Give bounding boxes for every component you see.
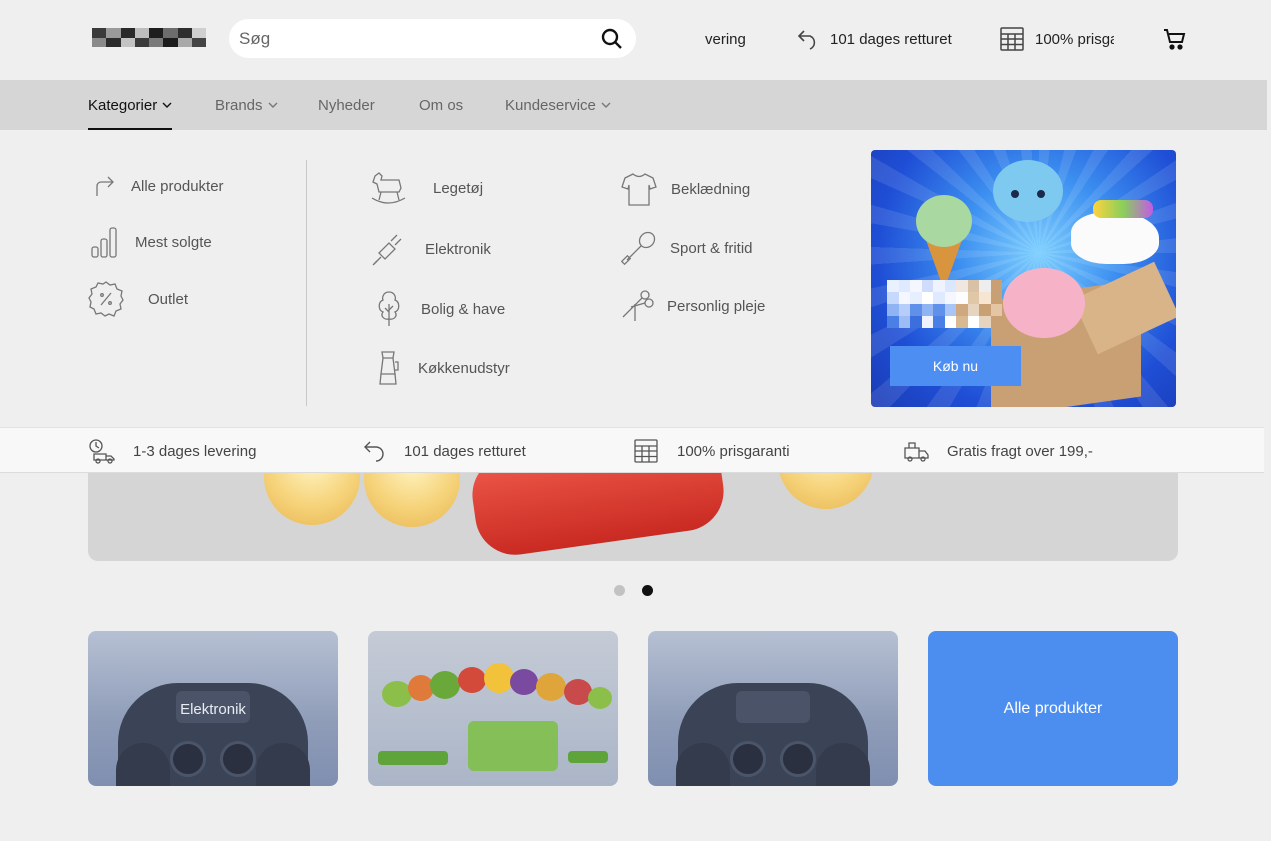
chevron-down-icon (268, 102, 278, 108)
plug-icon (372, 234, 402, 266)
tree-icon (378, 291, 400, 326)
carousel-dot-1[interactable] (614, 585, 625, 596)
menu-category-label: Bolig & have (421, 300, 506, 318)
hero-ball-image (778, 473, 874, 509)
menu-category-bolig-have[interactable]: Bolig & have (375, 290, 505, 328)
rocking-horse-icon (371, 172, 406, 204)
promo-whale-eye (1037, 190, 1045, 198)
menu-category-label: Beklædning (671, 180, 751, 198)
menu-category-elektronik[interactable]: Elektronik (371, 231, 491, 267)
menu-category-label: Elektronik (425, 240, 491, 258)
menu-link-alle-produkter[interactable]: Alle produkter (93, 174, 224, 198)
nav-item-label: Kundeservice (505, 96, 596, 114)
search-input[interactable] (239, 28, 579, 49)
blender-icon (379, 351, 399, 385)
arrow-turn-icon (96, 176, 114, 196)
hero-ball-image (264, 473, 360, 525)
return-arrow-icon (797, 30, 816, 50)
truck-icon (904, 442, 929, 462)
category-tile-kokkenudstyr[interactable] (368, 631, 618, 786)
promo-sheep-toy (1003, 268, 1085, 338)
menu-link-label: Outlet (148, 290, 189, 308)
calculator-icon (634, 439, 658, 463)
header-usp-label: vering (705, 30, 746, 48)
promo-blurred-text (887, 280, 1002, 328)
nav-item-brands[interactable]: Brands (215, 80, 278, 130)
category-tile-label: Alle produkter (1003, 699, 1103, 717)
hero-carousel-slide[interactable] (88, 473, 1178, 561)
promo-whale-eye (1011, 190, 1019, 198)
carousel-dot-2[interactable] (642, 585, 653, 596)
usp-bar: 1-3 dages levering 101 dages retturet 10… (0, 427, 1264, 473)
menu-category-label: Køkkenudstyr (418, 359, 510, 377)
usp-label: Gratis fragt over 199,- (947, 442, 1093, 460)
nav-item-nyheder[interactable]: Nyheder (318, 80, 375, 130)
promo-whale-toy (993, 160, 1063, 222)
bar-chart-icon (91, 227, 117, 258)
chevron-down-icon (162, 102, 172, 108)
category-tile-elektronik[interactable]: Elektronik (88, 631, 338, 786)
promo-unicorn-mane (1093, 200, 1153, 218)
calculator-icon (1000, 27, 1024, 51)
scissors-icon (622, 290, 654, 321)
chevron-down-icon (601, 102, 611, 108)
racket-icon (621, 231, 656, 266)
nav-item-label: Om os (419, 96, 464, 114)
delivery-truck-clock-icon (89, 439, 115, 464)
usp-item-delivery: 1-3 dages levering (88, 436, 256, 466)
buy-now-button[interactable]: Køb nu (890, 346, 1021, 386)
header-usp-return: 101 dages retturet (796, 26, 952, 52)
category-tile-label: Elektronik (180, 701, 246, 718)
promo-banner[interactable]: Køb nu (871, 150, 1176, 407)
header-usp-label: 101 dages retturet (830, 30, 952, 48)
main-nav: Kategorier Brands Nyheder Om os Kundeser… (0, 80, 1267, 130)
usp-item-shipping: Gratis fragt over 199,- (903, 436, 1093, 466)
return-arrow-icon (364, 441, 384, 462)
usp-item-return: 101 dages retturet (362, 436, 526, 466)
site-logo[interactable] (92, 28, 206, 47)
carousel-dots (0, 585, 1271, 597)
menu-category-personlig-pleje[interactable]: Personlig pleje (621, 289, 765, 323)
nav-item-label: Brands (215, 96, 263, 114)
menu-category-legetoj[interactable]: Legetøj (369, 170, 483, 206)
nav-item-om-os[interactable]: Om os (419, 80, 463, 130)
usp-label: 1-3 dages levering (133, 442, 257, 460)
header-usp-price: 100% prisga (999, 26, 1114, 52)
nav-item-label: Nyheder (318, 96, 375, 114)
menu-divider (306, 160, 307, 406)
promo-unicorn-toy (1071, 212, 1159, 264)
header-usp-label: 100% prisga (1035, 30, 1114, 48)
cart-icon[interactable] (1163, 28, 1187, 50)
percent-badge-icon (88, 281, 124, 317)
site-header: vering 101 dages retturet 100% prisga (0, 0, 1271, 80)
hero-bottle-image (467, 473, 729, 560)
hero-ball-image (364, 473, 460, 527)
usp-label: 100% prisgaranti (677, 442, 790, 460)
promo-ice-cream-scoop (916, 195, 972, 247)
nav-item-kategorier[interactable]: Kategorier (88, 80, 173, 130)
category-tile-alle-produkter[interactable]: Alle produkter (928, 631, 1178, 786)
nav-item-kundeservice[interactable]: Kundeservice (505, 80, 611, 130)
menu-link-label: Mest solgte (135, 233, 212, 251)
menu-link-outlet[interactable]: Outlet (88, 281, 188, 317)
game-controller-image (676, 683, 870, 786)
search-icon[interactable] (600, 27, 624, 51)
category-tile-gaming[interactable] (648, 631, 898, 786)
menu-category-sport-fritid[interactable]: Sport & fritid (621, 230, 753, 266)
menu-category-beklaedning[interactable]: Beklædning (621, 171, 750, 207)
menu-link-label: Alle produkter (131, 177, 224, 195)
menu-category-label: Personlig pleje (667, 297, 766, 315)
usp-item-price: 100% prisgaranti (633, 436, 790, 466)
menu-link-mest-solgte[interactable]: Mest solgte (90, 225, 212, 259)
menu-category-label: Legetøj (433, 179, 484, 197)
nav-item-label: Kategorier (88, 96, 158, 114)
header-usp-delivery: vering (705, 26, 755, 52)
menu-category-kokkenudstyr[interactable]: Køkkenudstyr (376, 350, 510, 386)
usp-label: 101 dages retturet (404, 442, 526, 460)
menu-category-label: Sport & fritid (670, 239, 753, 257)
tshirt-icon (621, 173, 657, 206)
search-bar (229, 19, 636, 58)
game-controller-image (116, 683, 310, 786)
